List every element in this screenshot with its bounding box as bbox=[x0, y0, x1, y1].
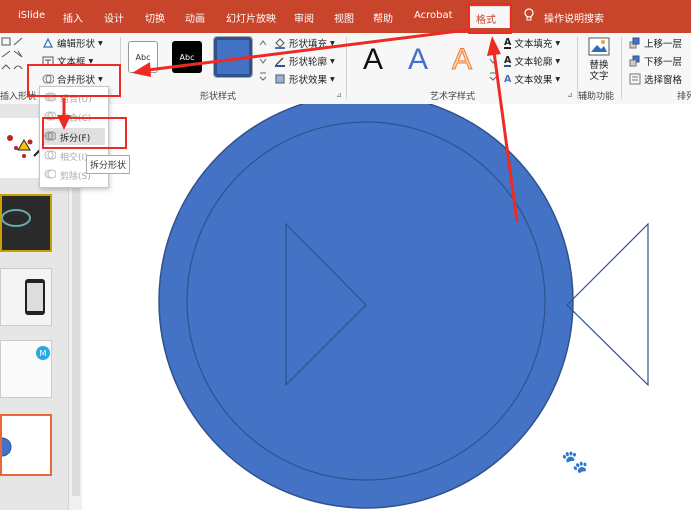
edit-shape-button[interactable]: 编辑形状 ▾ bbox=[42, 36, 103, 50]
shape-fill-button[interactable]: 形状填充 ▾ bbox=[274, 36, 335, 50]
fragment-tooltip: 拆分形状 bbox=[86, 155, 131, 174]
tab-transitions[interactable]: 切换 bbox=[145, 10, 165, 25]
edit-shape-icon bbox=[42, 37, 54, 49]
send-backward-icon bbox=[629, 55, 641, 67]
tab-view[interactable]: 视图 bbox=[334, 10, 354, 25]
intersect-icon bbox=[44, 150, 57, 163]
text-fill-button[interactable]: A 文本填充 ▾ bbox=[504, 36, 560, 50]
highlight-merge-shapes bbox=[27, 64, 121, 97]
paw-icon: 🐾 bbox=[561, 449, 589, 474]
shape-outline-button[interactable]: 形状轮廓 ▾ bbox=[274, 54, 335, 68]
shape-style-swatch-3[interactable] bbox=[213, 36, 253, 78]
alt-text-button[interactable]: 替换文字 bbox=[585, 37, 613, 82]
paint-bucket-icon bbox=[274, 37, 286, 49]
tell-me-search[interactable]: 操作说明搜索 bbox=[544, 10, 604, 25]
group-divider bbox=[621, 37, 622, 99]
slide-thumbnail-selected[interactable] bbox=[0, 414, 52, 476]
menu-item-intersect[interactable]: 相交(I) bbox=[44, 150, 88, 163]
wordart-style-orange-outline[interactable]: A bbox=[451, 43, 472, 77]
selection-pane-icon bbox=[629, 73, 641, 85]
shape-style-scroll[interactable] bbox=[258, 37, 268, 81]
shape-styles-group-label: 形状样式 bbox=[200, 92, 237, 102]
highlight-format-tab bbox=[468, 3, 512, 34]
dialog-launcher-icon[interactable]: ⊿ bbox=[336, 91, 342, 99]
tab-acrobat[interactable]: Acrobat bbox=[414, 10, 453, 21]
shape-style-swatch-2[interactable]: Abc bbox=[172, 41, 202, 73]
pen-icon bbox=[274, 55, 286, 67]
text-outline-button[interactable]: A 文本轮廓 ▾ bbox=[504, 54, 560, 68]
blue-circle-shape[interactable] bbox=[158, 104, 574, 509]
shape-effects-button[interactable]: 形状效果 ▾ bbox=[274, 72, 335, 86]
accessibility-group-label: 辅助功能 bbox=[578, 92, 615, 102]
menu-item-subtract[interactable]: 剪除(S) bbox=[44, 169, 91, 182]
text-outline-icon: A bbox=[504, 54, 512, 67]
bring-forward-icon bbox=[629, 37, 641, 49]
watermark-url: jingyan.baidu.com bbox=[522, 476, 633, 490]
wordart-style-scroll[interactable] bbox=[488, 37, 498, 81]
subtract-icon bbox=[44, 169, 57, 182]
dialog-launcher-icon[interactable]: ⊿ bbox=[567, 91, 573, 99]
tab-insert[interactable]: 插入 bbox=[63, 10, 83, 25]
arrange-group-label: 排列 bbox=[677, 92, 691, 102]
tab-slideshow[interactable]: 幻灯片放映 bbox=[226, 10, 276, 25]
shape-effects-icon bbox=[274, 73, 286, 85]
svg-text:M: M bbox=[40, 349, 47, 358]
highlight-fragment-item bbox=[42, 117, 127, 149]
slide-thumbnail[interactable]: M bbox=[0, 340, 52, 398]
text-effects-button[interactable]: A 文本效果 ▾ bbox=[504, 72, 560, 87]
right-triangle-outline[interactable] bbox=[566, 222, 649, 387]
group-divider bbox=[346, 37, 347, 99]
text-fill-icon: A bbox=[504, 36, 512, 49]
tab-animations[interactable]: 动画 bbox=[185, 10, 205, 25]
tab-design[interactable]: 设计 bbox=[104, 10, 124, 25]
tab-islide[interactable]: iSlide bbox=[18, 10, 45, 21]
tab-help[interactable]: 帮助 bbox=[373, 10, 393, 25]
watermark-brand: Bai🐾经验 bbox=[527, 449, 633, 474]
text-effects-icon: A bbox=[504, 73, 512, 85]
image-icon bbox=[588, 37, 610, 60]
lightbulb-icon bbox=[524, 8, 534, 25]
send-backward-button[interactable]: 下移一层 bbox=[629, 54, 682, 68]
slide-canvas[interactable]: Bai🐾经验 jingyan.baidu.com bbox=[82, 104, 691, 510]
wordart-style-black[interactable]: A bbox=[363, 43, 383, 77]
ribbon-tab-bar: iSlide 插入 设计 切换 动画 幻灯片放映 审阅 视图 帮助 Acroba… bbox=[0, 0, 691, 33]
selection-pane-button[interactable]: 选择窗格 bbox=[629, 72, 682, 86]
tab-review[interactable]: 审阅 bbox=[294, 10, 314, 25]
shape-style-swatch-1[interactable]: Abc bbox=[128, 41, 158, 73]
wordart-group-label: 艺术字样式 bbox=[430, 92, 476, 102]
bring-forward-button[interactable]: 上移一层 bbox=[629, 36, 682, 50]
wordart-style-blue[interactable]: A bbox=[408, 43, 428, 77]
slide-thumbnail[interactable] bbox=[0, 194, 52, 252]
slide-thumbnail[interactable] bbox=[0, 268, 52, 326]
